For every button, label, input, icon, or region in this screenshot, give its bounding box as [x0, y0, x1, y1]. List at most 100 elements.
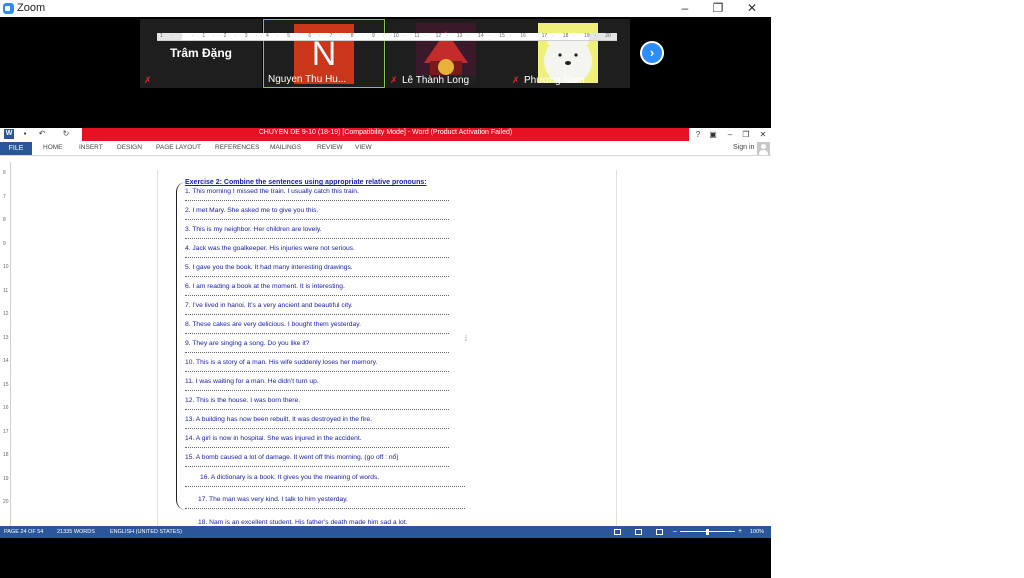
zoom-out-button[interactable]: –: [673, 528, 677, 535]
muted-mic-icon: ✗: [390, 75, 398, 85]
word-count[interactable]: 21335 WORDS: [57, 529, 95, 535]
ruler-tick: ·: [531, 33, 533, 39]
ruler-tick: ·: [446, 33, 448, 39]
zoom-level[interactable]: 100%: [750, 529, 764, 535]
answer-dotted-line: [185, 447, 449, 448]
zoom-in-button[interactable]: +: [738, 528, 742, 535]
save-icon[interactable]: ▪: [20, 129, 30, 139]
document-title: CHUYEN DE 9-10 (18-19) [Compatibility Mo…: [258, 129, 513, 136]
answer-dotted-line: [185, 257, 449, 258]
sign-in-link[interactable]: Sign in: [733, 144, 754, 151]
tab-design[interactable]: DESIGN: [117, 144, 142, 151]
web-layout-icon[interactable]: [656, 529, 663, 535]
ruler-tick: ·: [181, 33, 183, 39]
answer-dotted-line: [185, 314, 449, 315]
participant-tile-phuong-nam[interactable]: ✗ Phương Nam: [508, 19, 630, 88]
ruler-tick: 16: [520, 33, 526, 39]
tab-references[interactable]: REFERENCES: [215, 144, 259, 151]
ruler-tick: ·: [255, 33, 258, 39]
ruler-tick: 14: [478, 33, 484, 39]
zoom-slider-handle[interactable]: [706, 529, 709, 535]
redo-icon[interactable]: ↻: [61, 129, 71, 139]
horizontal-ruler[interactable]: 1 · · · 1 · 2 · 3 · 4 · 5 · 6 · 7 · 8 · 9 · 10 · 11 · 12 · 13 · 14 · 15 ·…: [157, 33, 617, 41]
minimize-button[interactable]: –: [670, 0, 700, 17]
exercise-line: 6. I am reading a book at the moment. It…: [185, 283, 345, 290]
exercise-line: 5. I gave you the book. It had many inte…: [185, 264, 353, 271]
exercise-line: 11. I was waiting for a man. He didn’t t…: [185, 378, 319, 385]
vertical-ruler[interactable]: 6 7 8 9 10 11 12 13 14 15 16 17 18 19 20: [2, 162, 11, 526]
vruler-tick: 6: [3, 170, 6, 176]
chevron-right-icon: ›: [649, 45, 655, 60]
word-close-button[interactable]: ✕: [756, 129, 770, 140]
answer-dotted-line: [185, 200, 449, 201]
ruler-tick: ·: [361, 33, 364, 39]
ruler-tick: ·: [191, 33, 194, 39]
answer-dotted-line: [185, 295, 449, 296]
close-button[interactable]: ✕: [737, 0, 767, 17]
answer-dotted-line: [185, 371, 449, 372]
ruler-tick: 17: [541, 33, 548, 39]
participant-tile-nguyen-thu-hu[interactable]: N Nguyen Thu Hu...: [263, 19, 385, 88]
word-minimize-button[interactable]: –: [723, 129, 737, 140]
vruler-tick: 15: [3, 381, 9, 388]
ruler-tick: 12: [435, 33, 442, 39]
vruler-tick: 13: [3, 334, 9, 341]
answer-dotted-line: [185, 333, 449, 334]
exercise-line: 17. The man was very kind. I talk to him…: [198, 496, 348, 503]
participant-tile-tram-dang[interactable]: Trâm Đặng ✗: [140, 19, 262, 88]
ribbon-display-button[interactable]: ▣: [706, 129, 720, 140]
vruler-tick: 14: [3, 358, 9, 364]
vruler-tick: 12: [3, 311, 9, 317]
answer-dotted-line: [185, 390, 449, 391]
tab-insert[interactable]: INSERT: [79, 144, 103, 151]
print-layout-icon[interactable]: [635, 529, 642, 535]
tab-mailings[interactable]: MAILINGS: [270, 144, 301, 151]
tab-view[interactable]: VIEW: [355, 144, 372, 151]
participant-display-name: Trâm Đặng: [169, 46, 232, 60]
page-count[interactable]: PAGE 24 OF 54: [4, 529, 43, 535]
exercise-line: 8. These cakes are very delicious. I bou…: [185, 321, 361, 328]
ruler-tick: 6: [308, 33, 312, 39]
exercise-line: 7. I’ve lived in hanoi. It’s a very anci…: [185, 302, 353, 309]
ruler-tick: 19: [584, 33, 590, 39]
next-page-button[interactable]: ›: [640, 41, 664, 65]
undo-icon[interactable]: ↶: [37, 129, 47, 139]
ruler-tick: ·: [403, 33, 406, 39]
tab-file[interactable]: FILE: [0, 142, 32, 155]
exercise-line: 14. A girl is now in hospital. She was i…: [185, 435, 362, 442]
ruler-tick: ·: [319, 33, 321, 39]
participant-photo: [416, 23, 476, 83]
word-restore-button[interactable]: ❐: [739, 129, 753, 140]
ruler-tick: 3: [244, 33, 248, 39]
word-app-icon: W: [4, 129, 14, 139]
read-mode-icon[interactable]: [614, 529, 621, 535]
participant-tile-le-thanh-long[interactable]: ✗ Lê Thành Long: [386, 19, 508, 88]
participant-gallery: Trâm Đặng ✗ N Nguyen Thu Hu... ✗ Lê Thàn…: [140, 19, 630, 88]
tab-review[interactable]: REVIEW: [317, 144, 343, 151]
zoom-title-bar: Zoom – ❐ ✕: [0, 0, 771, 17]
zoom-window-title: Zoom: [17, 2, 46, 14]
document-page[interactable]: Exercise 2: Combine the sentences using …: [157, 170, 617, 526]
vruler-tick: 8: [3, 217, 6, 223]
ruler-tick: 13: [456, 33, 463, 39]
exercise-line: 1. This morning I missed the train. I us…: [185, 188, 359, 195]
exercise-line: 15. A bomb caused a lot of damage. It we…: [185, 454, 399, 461]
ruler-tick: ·: [573, 33, 576, 39]
answer-dotted-line: [185, 409, 449, 410]
language-indicator[interactable]: ENGLISH (UNITED STATES): [110, 529, 182, 535]
help-button[interactable]: ?: [691, 129, 705, 140]
participant-photo: [538, 23, 598, 85]
ruler-tick: 7: [329, 33, 333, 39]
exercise-line: 2. I met Mary. She asked me to give you …: [185, 207, 319, 214]
participant-name: Phương Nam: [524, 75, 585, 86]
text-cursor-marker: ⁞: [465, 336, 467, 343]
exercise-line: 18. Nam is an excellent student. His fat…: [198, 519, 408, 526]
answer-dotted-line: [185, 428, 449, 429]
ruler-tick: 18: [562, 33, 569, 39]
maximize-button[interactable]: ❐: [703, 0, 733, 17]
exercise-line: 3. This is my neighbor. Her children are…: [185, 226, 322, 233]
tab-home[interactable]: HOME: [43, 144, 63, 151]
ruler-tick: 9: [372, 33, 375, 39]
user-avatar-icon[interactable]: [757, 142, 770, 155]
tab-page-layout[interactable]: PAGE LAYOUT: [156, 144, 201, 151]
